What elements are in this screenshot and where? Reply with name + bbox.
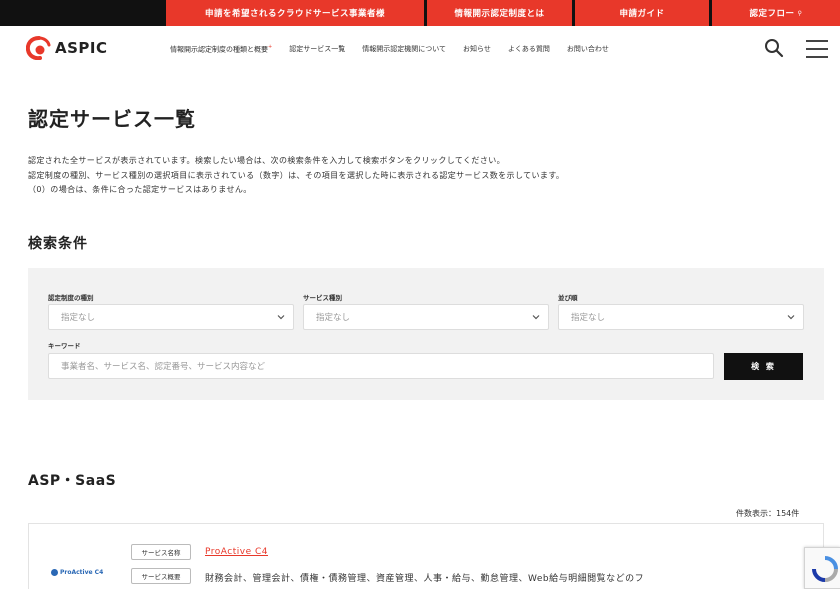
external-link-icon: ⚲	[797, 9, 803, 17]
product-logo-icon	[51, 569, 58, 576]
service-type-select[interactable]: 指定なし	[303, 304, 549, 330]
service-summary: 財務会計、管理会計、債権・債務管理、資産管理、人事・給与、勤怠管理、Web給与明…	[205, 574, 645, 584]
recaptcha-icon	[812, 556, 838, 582]
chevron-down-icon	[532, 315, 540, 320]
applicant-link[interactable]: 申請を希望されるクラウドサービス事業者様	[166, 0, 424, 26]
certification-flow-link[interactable]: 認定フロー ⚲	[712, 0, 840, 26]
search-submit-button[interactable]: 検 索	[724, 353, 803, 380]
select-value: 指定なし	[316, 313, 351, 323]
nav-item-contact[interactable]: お問い合わせ	[567, 44, 609, 54]
certification-type-select[interactable]: 指定なし	[48, 304, 294, 330]
description-line: 認定制度の種別、サービス種別の選択項目に表示されている（数字）は、その項目を選択…	[28, 170, 565, 180]
service-summary-tag: サービス概要	[131, 568, 191, 584]
keyword-placeholder: 事業者名、サービス名、認定番号、サービス内容など	[61, 362, 266, 372]
about-certification-link-label: 情報開示認定制度とは	[454, 9, 545, 19]
main-nav: 情報開示認定制度の種類と概要+ 認定サービス一覧 情報開示認定機関について お知…	[170, 44, 626, 54]
nav-label: よくある質問	[507, 45, 550, 53]
certification-flow-link-label: 認定フロー	[749, 9, 795, 19]
chevron-down-icon	[277, 315, 285, 320]
search-icon[interactable]	[764, 38, 784, 58]
recaptcha-badge[interactable]	[804, 547, 840, 589]
nav-label: お問い合わせ	[566, 45, 609, 53]
nav-label: 情報開示認定制度の種類と概要	[170, 45, 268, 54]
applicant-link-label: 申請を希望されるクラウドサービス事業者様	[204, 9, 385, 19]
hamburger-menu-icon[interactable]	[806, 40, 828, 58]
aspic-logo-icon	[25, 36, 52, 61]
certification-type-label: 認定制度の種別	[48, 294, 94, 302]
keyword-input[interactable]: 事業者名、サービス名、認定番号、サービス内容など	[48, 353, 714, 379]
description-line: 認定された全サービスが表示されています。検索したい場合は、次の検索条件を入力して…	[28, 156, 506, 165]
nav-label: 情報開示認定機関について	[362, 45, 446, 53]
about-certification-link[interactable]: 情報開示認定制度とは	[427, 0, 572, 26]
page-title: 認定サービス一覧	[28, 107, 196, 131]
nav-item-certified-services[interactable]: 認定サービス一覧	[289, 44, 345, 54]
application-guide-link[interactable]: 申請ガイド	[575, 0, 709, 26]
site-header: ASPIC 情報開示認定制度の種類と概要+ 認定サービス一覧 情報開示認定機関に…	[0, 26, 840, 72]
nav-item-certification-types[interactable]: 情報開示認定制度の種類と概要+	[170, 44, 272, 54]
search-panel: 認定制度の種別 指定なし サービス種別 指定なし 並び順 指定なし キーワード …	[28, 268, 824, 400]
product-logo-text: ProActive C4	[60, 569, 104, 576]
select-value: 指定なし	[571, 313, 606, 323]
plus-icon: +	[268, 44, 273, 50]
service-name-link[interactable]: ProActive C4	[205, 547, 268, 557]
service-type-label: サービス種別	[303, 294, 342, 302]
nav-item-certification-body[interactable]: 情報開示認定機関について	[362, 44, 446, 54]
category-title: ASP・SaaS	[28, 473, 117, 489]
sort-order-select[interactable]: 指定なし	[558, 304, 804, 330]
chevron-down-icon	[787, 315, 795, 320]
top-utility-bar: 申請を希望されるクラウドサービス事業者様 情報開示認定制度とは 申請ガイド 認定…	[0, 0, 840, 26]
nav-label: お知らせ	[463, 45, 491, 53]
page-description: 認定された全サービスが表示されています。検索したい場合は、次の検索条件を入力して…	[28, 154, 818, 198]
logo-text: ASPIC	[55, 39, 108, 57]
application-guide-link-label: 申請ガイド	[619, 9, 665, 19]
nav-item-faq[interactable]: よくある質問	[508, 44, 550, 54]
nav-item-news[interactable]: お知らせ	[463, 44, 491, 54]
nav-label: 認定サービス一覧	[289, 45, 346, 53]
sort-order-label: 並び順	[558, 294, 578, 302]
product-logo: ProActive C4	[51, 569, 103, 576]
service-name-tag: サービス名称	[131, 544, 191, 560]
select-value: 指定なし	[61, 313, 96, 323]
result-count: 件数表示：154件	[736, 509, 800, 518]
search-section-title: 検索条件	[28, 236, 88, 252]
keyword-label: キーワード	[48, 342, 81, 350]
description-line: （0）の場合は、条件に合った認定サービスはありません。	[28, 185, 252, 194]
site-logo[interactable]: ASPIC	[25, 36, 108, 61]
